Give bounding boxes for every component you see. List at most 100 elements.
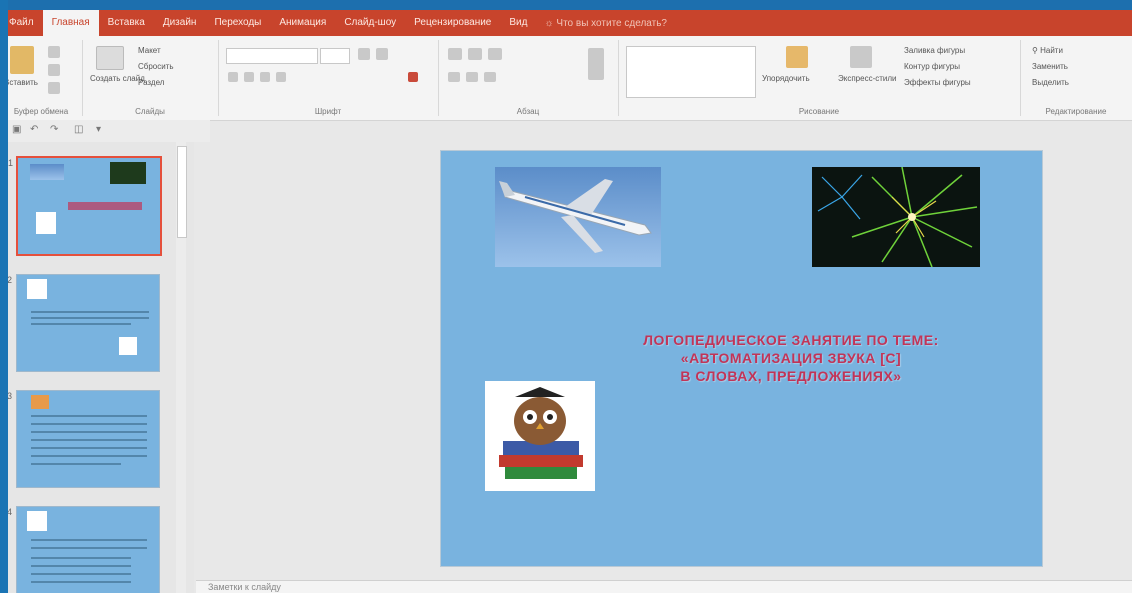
picture-thumb xyxy=(31,395,49,409)
reset-button[interactable]: Сбросить xyxy=(138,62,174,71)
save-icon[interactable]: ▣ xyxy=(12,124,21,135)
slides-group: Создать слайд Макет Сбросить Раздел Слай… xyxy=(82,40,219,116)
new-slide-icon[interactable] xyxy=(96,46,124,70)
quick-styles-button[interactable]: Экспресс-стили xyxy=(838,74,897,83)
font-name-box[interactable] xyxy=(226,48,318,64)
start-slideshow-icon[interactable]: ◫ xyxy=(74,124,83,135)
bold-icon[interactable] xyxy=(228,72,238,82)
bullets-icon[interactable] xyxy=(448,48,462,60)
editing-group-label: Редактирование xyxy=(1045,107,1107,116)
picture-thumb xyxy=(27,511,47,531)
text-line xyxy=(31,455,147,457)
format-painter-icon[interactable] xyxy=(48,82,60,94)
text-direction-icon[interactable] xyxy=(588,48,604,80)
drawing-group-label: Рисование xyxy=(798,107,840,116)
underline-icon[interactable] xyxy=(260,72,270,82)
find-button[interactable]: ⚲ Найти xyxy=(1032,46,1063,55)
strikethrough-icon[interactable] xyxy=(276,72,286,82)
text-line xyxy=(31,447,147,449)
text-line xyxy=(31,431,147,433)
slide-number: 1 xyxy=(8,158,14,168)
text-line xyxy=(31,423,147,425)
redo-icon[interactable]: ↷ xyxy=(50,124,58,135)
align-center-icon[interactable] xyxy=(466,72,478,82)
picture-thumb xyxy=(27,279,47,299)
section-button[interactable]: Раздел xyxy=(138,78,164,87)
paragraph-group: Абзац xyxy=(438,40,619,116)
indent-icon[interactable] xyxy=(488,48,502,60)
slide-editing-area: ЛОГОПЕДИЧЕСКОЕ ЗАНЯТИЕ ПО ТЕМЕ: «АВТОМАТ… xyxy=(196,142,1132,580)
slide-thumbnail-3[interactable]: 3 xyxy=(7,390,160,488)
cut-icon[interactable] xyxy=(48,46,60,58)
tab-slideshow[interactable]: Слайд-шоу xyxy=(335,10,405,36)
shape-fill-button[interactable]: Заливка фигуры xyxy=(904,46,965,55)
new-slide-button[interactable]: Создать слайд xyxy=(90,74,145,83)
ribbon-tabs: Файл Главная Вставка Дизайн Переходы Ани… xyxy=(0,10,1132,36)
paste-icon[interactable] xyxy=(10,46,34,74)
text-line xyxy=(31,415,147,417)
paragraph-group-label: Абзац xyxy=(516,107,540,116)
fireworks-image[interactable] xyxy=(812,167,980,267)
owl-thumb xyxy=(36,212,56,234)
picture-thumb xyxy=(119,337,137,355)
replace-button[interactable]: Заменить xyxy=(1032,62,1068,71)
select-button[interactable]: Выделить xyxy=(1032,78,1069,87)
paste-button[interactable]: Вставить xyxy=(4,78,38,87)
shape-effects-button[interactable]: Эффекты фигуры xyxy=(904,78,971,87)
lightbulb-icon: ☼ xyxy=(544,17,554,29)
text-line xyxy=(31,317,149,319)
shapes-gallery[interactable] xyxy=(626,46,756,98)
table-line xyxy=(31,581,131,583)
tab-home[interactable]: Главная xyxy=(42,10,99,36)
tab-review[interactable]: Рецензирование xyxy=(405,10,500,36)
tab-animations[interactable]: Анимация xyxy=(270,10,335,36)
slide-title[interactable]: ЛОГОПЕДИЧЕСКОЕ ЗАНЯТИЕ ПО ТЕМЕ: «АВТОМАТ… xyxy=(561,331,1021,385)
table-line xyxy=(31,573,131,575)
increase-font-icon[interactable] xyxy=(358,48,370,60)
font-group-label: Шрифт xyxy=(314,107,342,116)
window-edge xyxy=(0,0,8,593)
tell-me-box[interactable]: ☼ Что вы хотите сделать? xyxy=(544,18,667,29)
copy-icon[interactable] xyxy=(48,64,60,76)
font-color-icon[interactable] xyxy=(408,72,418,82)
thumbnails-scrollbar[interactable] xyxy=(176,142,187,593)
arrange-icon[interactable] xyxy=(786,46,808,68)
powerpoint-window: Файл Главная Вставка Дизайн Переходы Ани… xyxy=(0,0,1132,593)
title-line-3: В СЛОВАХ, ПРЕДЛОЖЕНИЯХ» xyxy=(680,368,902,384)
current-slide[interactable]: ЛОГОПЕДИЧЕСКОЕ ЗАНЯТИЕ ПО ТЕМЕ: «АВТОМАТ… xyxy=(440,150,1043,567)
undo-icon[interactable]: ↶ xyxy=(30,124,38,135)
slide-thumbnails-pane: 1 2 3 4 xyxy=(7,142,194,593)
slide-thumbnail-4[interactable]: 4 xyxy=(7,506,160,593)
align-right-icon[interactable] xyxy=(484,72,496,82)
align-left-icon[interactable] xyxy=(448,72,460,82)
owl-books-image[interactable] xyxy=(485,381,595,491)
notes-placeholder: Заметки к слайду xyxy=(208,582,281,592)
tab-view[interactable]: Вид xyxy=(500,10,536,36)
airplane-icon xyxy=(499,179,652,253)
fireworks-thumb xyxy=(110,162,146,184)
drawing-group: Упорядочить Экспресс-стили Заливка фигур… xyxy=(618,40,1021,116)
ribbon: Вставить Буфер обмена Создать слайд Маке… xyxy=(0,36,1132,121)
arrange-button[interactable]: Упорядочить xyxy=(762,74,810,83)
font-size-box[interactable] xyxy=(320,48,350,64)
layout-button[interactable]: Макет xyxy=(138,46,161,55)
tab-transitions[interactable]: Переходы xyxy=(205,10,270,36)
tab-design[interactable]: Дизайн xyxy=(154,10,206,36)
quick-styles-icon[interactable] xyxy=(850,46,872,68)
slide-thumbnail-2[interactable]: 2 xyxy=(7,274,160,372)
slide-thumbnail-1[interactable]: 1 xyxy=(8,156,162,256)
decrease-font-icon[interactable] xyxy=(376,48,388,60)
owl-icon xyxy=(499,387,583,479)
text-line xyxy=(31,311,149,313)
scrollbar-thumb[interactable] xyxy=(177,146,187,238)
find-label: Найти xyxy=(1040,46,1063,55)
customize-qat-icon[interactable]: ▾ xyxy=(96,124,101,135)
text-line xyxy=(31,539,147,541)
airplane-image[interactable] xyxy=(495,167,661,267)
italic-icon[interactable] xyxy=(244,72,254,82)
notes-pane[interactable]: Заметки к слайду xyxy=(196,580,1132,593)
shape-outline-button[interactable]: Контур фигуры xyxy=(904,62,960,71)
tab-insert[interactable]: Вставка xyxy=(99,10,154,36)
numbering-icon[interactable] xyxy=(468,48,482,60)
text-line xyxy=(31,547,147,549)
